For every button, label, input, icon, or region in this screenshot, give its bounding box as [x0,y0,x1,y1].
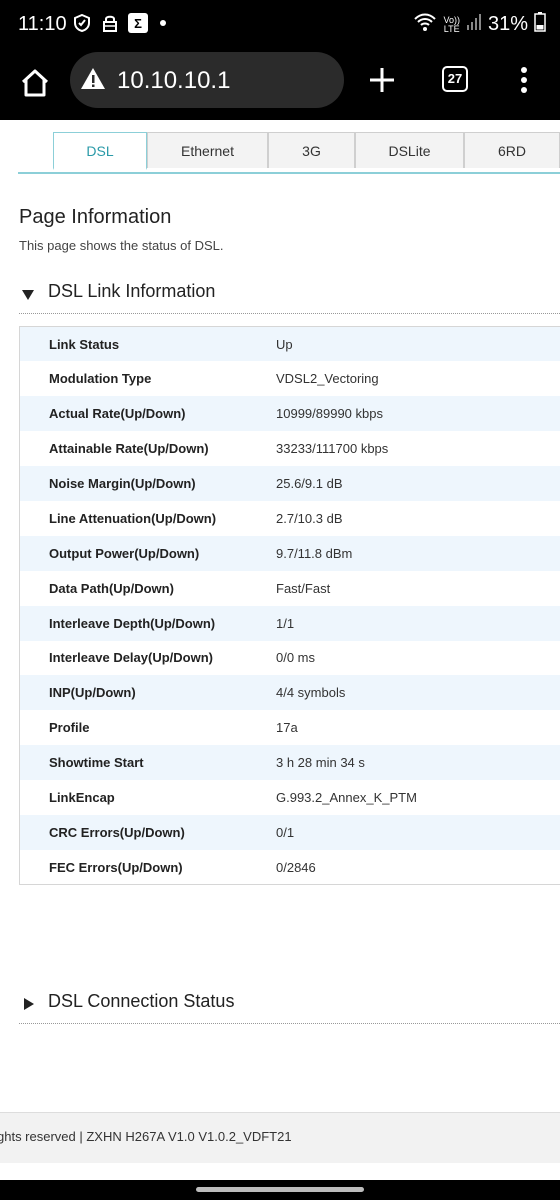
status-icons-left: Σ [72,12,166,34]
gesture-handle[interactable] [196,1187,364,1192]
status-time: 11:10 [18,13,67,35]
tabs-icon[interactable]: 27 [442,66,468,92]
table-row: Attainable Rate(Up/Down) 33233/111700 kbp… [19,431,560,467]
row-label: Interleave Depth(Up/Down) [49,615,216,631]
row-value: 2.7/10.3 dB [276,510,343,526]
plus-icon [370,68,394,92]
collapse-arrow-icon [22,290,34,300]
row-value: 1/1 [276,615,295,631]
row-value: 4/4 symbols [276,685,346,701]
row-value: 9.7/11.8 dBm [276,545,353,561]
row-value: 17a [276,720,298,736]
tab-dslite[interactable]: DSLite [355,132,464,168]
table-row: Output Power(Up/Down) 9.7/11.8 dBm [19,535,560,571]
more-vert-icon[interactable] [516,64,532,98]
wifi-icon [413,12,437,37]
browser-toolbar: 10.10.10.1 27 [0,50,560,120]
sigma-app-icon: Σ [128,13,148,33]
table-row: Line Attenuation(Up/Down) 2.7/10.3 dB [19,500,560,536]
row-value: 0/2846 [276,859,316,875]
vpn-lock-icon [100,12,120,34]
page-description: This page shows the status of DSL. [19,238,224,253]
status-icons-right: Vo)) LTE 31% [413,12,546,37]
table-row: Actual Rate(Up/Down) 10999/89990 kbps [19,396,560,432]
dsl-link-info-header[interactable]: DSL Link Information [19,281,560,314]
system-nav-bar [0,1180,560,1200]
signal-icon [466,13,482,36]
shield-icon [72,12,92,34]
expand-arrow-icon [24,998,34,1010]
table-row: Data Path(Up/Down) Fast/Fast [19,570,560,606]
volte-icon: Vo)) LTE [443,15,460,34]
row-value: VDSL2_Vectoring [276,371,379,387]
table-row: Interleave Depth(Up/Down) 1/1 [19,605,560,641]
row-label: Attainable Rate(Up/Down) [49,441,209,457]
row-label: CRC Errors(Up/Down) [49,824,185,840]
table-row: FEC Errors(Up/Down) 0/2846 [19,849,560,885]
new-tab-button[interactable] [364,62,400,98]
row-value: 33233/111700 kbps [276,441,389,457]
dsl-link-info-table: Link Status Up Modulation Type VDSL2_Vector… [19,326,560,886]
notification-dot-icon [160,20,166,26]
row-label: Link Status [49,336,120,352]
section-title: DSL Connection Status [48,991,235,1011]
warning-icon[interactable] [80,66,106,92]
footer: ghts reserved | ZXHN H267A V1.0 V1.0.2_V… [0,1112,560,1163]
home-button[interactable] [16,64,54,102]
row-value: 0/1 [276,824,295,840]
row-label: Profile [49,720,90,736]
row-value: 10999/89990 kbps [276,406,383,422]
row-value: G.993.2_Annex_K_PTM [276,790,417,806]
row-label: Data Path(Up/Down) [49,580,174,596]
table-row: Showtime Start 3 h 28 min 34 s [19,745,560,781]
footer-text: ghts reserved | ZXHN H267A V1.0 V1.0.2_V… [0,1129,292,1144]
row-label: LinkEncap [49,790,115,806]
row-value: Fast/Fast [276,580,331,596]
volte-bottom-label: LTE [443,23,460,34]
table-row: Noise Margin(Up/Down) 25.6/9.1 dB [19,466,560,501]
table-row: Interleave Delay(Up/Down) 0/0 ms [19,640,560,676]
url-text[interactable]: 10.10.10.1 [117,67,230,95]
table-row: INP(Up/Down) 4/4 symbols [19,675,560,711]
page-content: DSL Ethernet 3G DSLite 6RD Page Informat… [0,120,560,1180]
tab-3g[interactable]: 3G [268,132,355,168]
address-bar[interactable]: 10.10.10.1 [70,52,344,108]
row-label: Interleave Delay(Up/Down) [49,650,213,666]
section-title: DSL Link Information [48,281,216,301]
row-label: Line Attenuation(Up/Down) [49,510,217,526]
dsl-connection-status-header[interactable]: DSL Connection Status [19,991,560,1024]
row-value: Up [276,336,293,352]
row-value: 25.6/9.1 dB [276,476,343,491]
status-bar: 11:10 Σ Vo)) LTE 31% [0,0,560,50]
table-row: Profile 17a [19,710,560,746]
tab-count: 27 [447,71,463,86]
row-label: Noise Margin(Up/Down) [49,476,196,491]
row-value: 3 h 28 min 34 s [276,755,365,771]
row-label: FEC Errors(Up/Down) [49,859,183,875]
row-label: Showtime Start [49,755,144,771]
row-label: Actual Rate(Up/Down) [49,406,186,422]
tab-bar: DSL Ethernet 3G DSLite 6RD [18,132,560,174]
row-label: INP(Up/Down) [49,685,136,701]
battery-percent: 31% [487,13,528,35]
table-row: Link Status Up [19,326,560,362]
tab-ethernet[interactable]: Ethernet [147,132,268,168]
battery-icon [534,12,546,37]
tab-6rd[interactable]: 6RD [464,132,560,168]
tab-dsl[interactable]: DSL [53,132,147,170]
row-label: Modulation Type [49,371,152,387]
table-row: LinkEncap G.993.2_Annex_K_PTM [19,780,560,815]
row-value: 0/0 ms [276,650,316,666]
table-row: CRC Errors(Up/Down) 0/1 [19,814,560,850]
home-icon [21,69,49,97]
row-label: Output Power(Up/Down) [49,545,200,561]
page-title: Page Information [19,206,172,228]
table-row: Modulation Type VDSL2_Vectoring [19,361,560,397]
